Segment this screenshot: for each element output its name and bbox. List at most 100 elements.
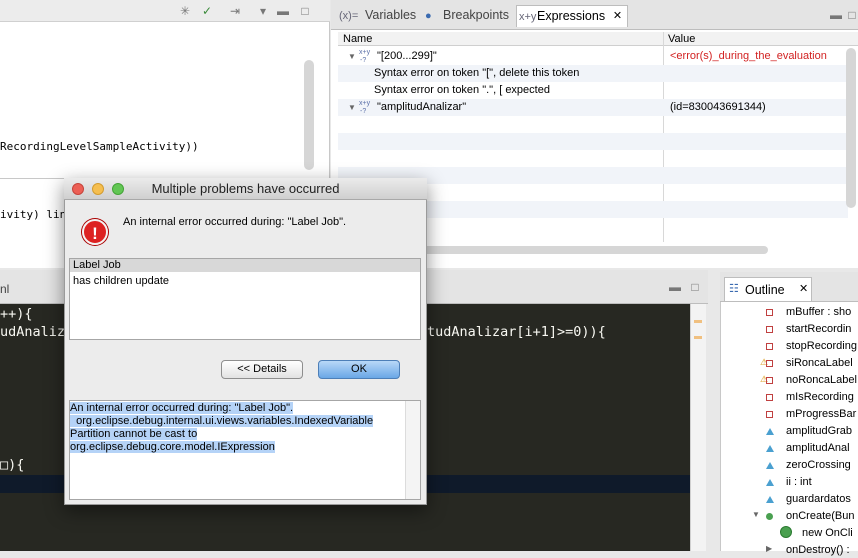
tab-label: Outline bbox=[745, 283, 785, 297]
outline-item[interactable]: noRoncaLabel bbox=[786, 372, 857, 388]
zoom-window-icon[interactable] bbox=[112, 183, 124, 195]
list-header[interactable]: Label Job bbox=[70, 259, 420, 272]
watch-expression-icon: x+y bbox=[359, 100, 371, 107]
outline-item[interactable]: mProgressBar bbox=[786, 406, 856, 422]
use-step-filters-icon[interactable]: ⇥ bbox=[228, 4, 242, 18]
details-line: An internal error occurred during: "Labe… bbox=[70, 402, 294, 414]
collapse-triangle-icon[interactable]: ▶ bbox=[766, 544, 772, 553]
method-icon bbox=[766, 513, 773, 520]
expand-triangle-icon[interactable]: ▼ bbox=[752, 510, 760, 519]
final-field-icon bbox=[766, 326, 773, 333]
watch-expression-icon: x+y bbox=[359, 49, 371, 56]
error-detail: Syntax error on token "[", delete this t… bbox=[374, 67, 580, 79]
maximize-icon[interactable]: □ bbox=[847, 8, 857, 22]
details-line: org.eclipse.debug.internal.ui.views.vari… bbox=[70, 415, 374, 427]
stack-frame-line[interactable]: RecordingLevelSampleActivity)) bbox=[0, 140, 199, 153]
editor-tab-label[interactable]: nl bbox=[0, 282, 9, 296]
watch-expression-icon-q: -? bbox=[360, 57, 367, 64]
expressions-table-header: Name Value bbox=[338, 32, 858, 46]
code-line: ++){ bbox=[0, 306, 33, 322]
minimize-icon[interactable]: ▬ bbox=[829, 8, 843, 22]
error-detail: Syntax error on token ".", [ expected bbox=[374, 84, 550, 96]
outline-item[interactable]: startRecordin bbox=[786, 321, 851, 337]
ruler-marker[interactable] bbox=[694, 336, 702, 339]
code-line: tudAnalizar[i+1]>=0)){ bbox=[427, 324, 606, 340]
tab-label: Breakpoints bbox=[443, 8, 510, 22]
dialog-message: An internal error occurred during: "Labe… bbox=[123, 216, 347, 228]
private-field-icon bbox=[766, 309, 773, 316]
outline-item[interactable]: mBuffer : sho bbox=[786, 304, 851, 320]
tab-label: Variables bbox=[365, 8, 417, 22]
table-row[interactable]: ▼ x+y -? "[200...299]" <error(s)_during_… bbox=[338, 48, 848, 65]
overview-ruler[interactable] bbox=[690, 304, 706, 551]
warning-field-icon bbox=[766, 360, 773, 367]
details-scrollbar[interactable] bbox=[405, 401, 420, 499]
outline-tabbar: ☷ Outline ✕ bbox=[720, 272, 858, 302]
minimize-window-icon[interactable] bbox=[92, 183, 104, 195]
outline-item[interactable]: stopRecording bbox=[786, 338, 857, 354]
expression-value: <error(s)_during_the_evaluation bbox=[670, 50, 827, 62]
code-line: udAnaliz bbox=[0, 324, 66, 340]
details-line: org.eclipse.debug.core.model.IExpression bbox=[70, 441, 275, 453]
table-row bbox=[338, 133, 848, 150]
expand-triangle-icon[interactable]: ▼ bbox=[348, 99, 356, 116]
tab-label: Expressions bbox=[537, 9, 606, 23]
outline-item[interactable]: amplitudAnal bbox=[786, 440, 850, 456]
expression-value: (id=830043691344) bbox=[670, 101, 766, 113]
view-menu-icon[interactable]: ▾ bbox=[256, 4, 270, 18]
package-field-icon bbox=[766, 428, 774, 435]
minimize-icon[interactable]: ▬ bbox=[276, 4, 290, 18]
ok-button[interactable]: OK bbox=[318, 360, 400, 379]
outline-item[interactable]: siRoncaLabel bbox=[786, 355, 853, 371]
tab-breakpoints[interactable]: ● Breakpoints bbox=[423, 5, 509, 27]
close-icon[interactable]: ✕ bbox=[613, 6, 622, 26]
step-icon[interactable]: ✓ bbox=[200, 4, 214, 18]
list-item[interactable]: has children update bbox=[73, 275, 169, 287]
outline-item[interactable]: zeroCrossing bbox=[786, 457, 851, 473]
outline-item[interactable]: mIsRecording bbox=[786, 389, 854, 405]
top-left-toolbar: ✳ ✓ ⇥ ▾ ▬ □ bbox=[0, 0, 330, 22]
outline-item[interactable]: onCreate(Bun bbox=[786, 508, 855, 524]
column-value[interactable]: Value bbox=[663, 32, 695, 46]
variables-icon: (x)= bbox=[339, 10, 359, 22]
close-icon[interactable]: ✕ bbox=[799, 282, 808, 295]
watch-expression-icon-q: -? bbox=[360, 108, 367, 115]
package-field-icon bbox=[766, 479, 774, 486]
outline-item[interactable]: amplitudGrab bbox=[786, 423, 852, 439]
outline-item[interactable]: guardardatos bbox=[786, 491, 851, 507]
expressions-icon: x+y bbox=[519, 11, 537, 23]
close-window-icon[interactable] bbox=[72, 183, 84, 195]
minimize-icon[interactable]: ▬ bbox=[668, 280, 682, 294]
package-field-icon bbox=[766, 445, 774, 452]
outline-item[interactable]: ii : int bbox=[786, 474, 812, 490]
skip-breakpoints-icon[interactable]: ✳ bbox=[178, 4, 192, 18]
expression-name: "amplitudAnalizar" bbox=[377, 101, 467, 113]
anonymous-class-icon bbox=[780, 526, 792, 538]
expression-name: "[200...299]" bbox=[377, 50, 437, 62]
warning-field-icon bbox=[766, 377, 773, 384]
details-button[interactable]: << Details bbox=[221, 360, 303, 379]
top-left-scrollbar[interactable] bbox=[304, 60, 314, 170]
private-field-icon bbox=[766, 411, 773, 418]
outline-icon: ☷ bbox=[729, 283, 739, 295]
outline-item[interactable]: onDestroy() : bbox=[786, 542, 850, 558]
tab-expressions[interactable]: x+y Expressions ✕ bbox=[516, 5, 629, 27]
table-row[interactable]: ▼ x+y -? "amplitudAnalizar" (id=83004369… bbox=[338, 99, 848, 116]
tab-variables[interactable]: (x)= Variables bbox=[337, 5, 416, 27]
table-row[interactable]: Syntax error on token ".", [ expected bbox=[338, 82, 848, 99]
details-text: An internal error occurred during: "Labe… bbox=[70, 402, 374, 454]
ruler-marker[interactable] bbox=[694, 320, 702, 323]
expressions-vertical-scrollbar[interactable] bbox=[846, 48, 856, 208]
table-row[interactable]: Syntax error on token "[", delete this t… bbox=[338, 65, 848, 82]
maximize-icon[interactable]: □ bbox=[688, 280, 702, 294]
details-line: Partition cannot be cast to bbox=[70, 428, 198, 440]
column-name[interactable]: Name bbox=[338, 32, 372, 46]
expand-triangle-icon[interactable]: ▼ bbox=[348, 48, 356, 65]
code-line: □){ bbox=[0, 457, 25, 473]
table-row bbox=[338, 150, 848, 167]
package-field-icon bbox=[766, 462, 774, 469]
outline-item[interactable]: new OnCli bbox=[802, 525, 853, 541]
debug-view-tabbar: (x)= Variables ● Breakpoints x+y Express… bbox=[331, 0, 858, 30]
maximize-icon[interactable]: □ bbox=[298, 4, 312, 18]
tab-outline[interactable]: ☷ Outline ✕ bbox=[724, 277, 812, 301]
